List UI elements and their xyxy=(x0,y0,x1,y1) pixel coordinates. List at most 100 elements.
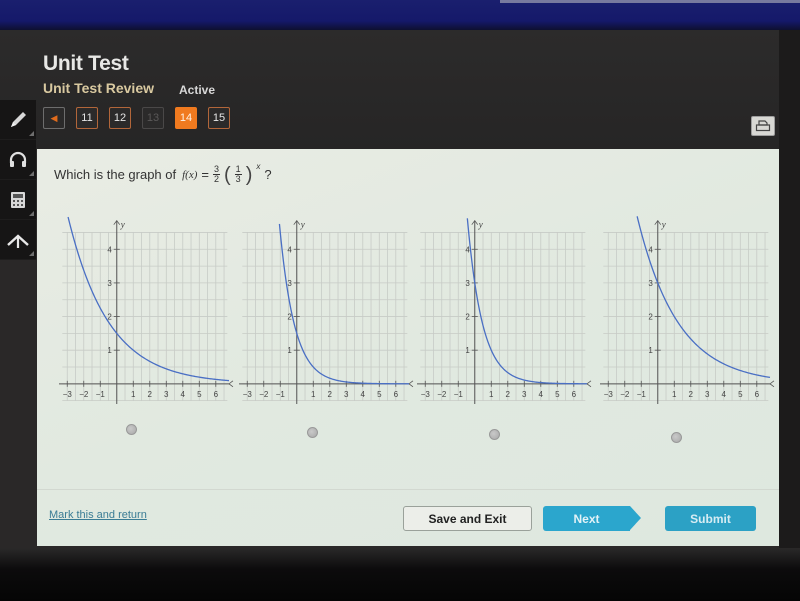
x-tick-label: 6 xyxy=(394,390,399,399)
question-12-button[interactable]: 12 xyxy=(109,107,131,129)
function-curve xyxy=(636,216,771,379)
y-tick-label: 3 xyxy=(648,279,653,288)
x-tick-label: −1 xyxy=(454,390,464,399)
x-tick-label: −2 xyxy=(79,390,89,399)
x-tick-label: 5 xyxy=(377,390,382,399)
question-15-button[interactable]: 15 xyxy=(208,107,230,129)
x-axis-arrow xyxy=(228,380,234,388)
screen-bezel xyxy=(0,548,800,601)
y-tick-label: 3 xyxy=(107,279,112,288)
reference-tool[interactable] xyxy=(0,220,36,260)
question-prompt: Which is the graph of f(x) = 3 2 ( 1 3 )… xyxy=(54,162,272,186)
y-axis-label: y xyxy=(478,220,483,230)
y-tick-label: 1 xyxy=(465,346,470,355)
coefficient-denominator: 2 xyxy=(213,174,219,184)
question-nav: ◀ 11 12 13 14 15 xyxy=(43,107,230,129)
x-tick-label: −3 xyxy=(604,390,614,399)
status-badge: Active xyxy=(179,83,216,97)
page-subtitle: Unit Test Review xyxy=(43,80,154,96)
mark-and-return-link[interactable]: Mark this and return xyxy=(49,509,147,521)
x-tick-label: −2 xyxy=(259,390,269,399)
question-11-button[interactable]: 11 xyxy=(76,107,98,129)
graph-option-a: y −3 −2 −1 1 2 3 4 5 6 1 2 3 4 xyxy=(59,211,234,426)
question-text: Which is the graph of xyxy=(54,167,177,182)
x-axis-arrow xyxy=(769,380,775,388)
graph-option-c: y −3 −2 −1 1 2 3 4 5 6 1 2 3 4 xyxy=(417,211,592,426)
next-button[interactable]: Next xyxy=(543,506,641,531)
y-tick-label: 1 xyxy=(287,346,292,355)
x-tick-label: 1 xyxy=(131,390,136,399)
caret-left-icon: ◀ xyxy=(50,112,58,123)
y-tick-label: 1 xyxy=(648,346,653,355)
x-tick-label: −1 xyxy=(637,390,647,399)
x-tick-label: −3 xyxy=(243,390,253,399)
pencil-tool[interactable] xyxy=(0,100,36,140)
x-tick-label: 3 xyxy=(164,390,169,399)
graph-option-d: y −3 −2 −1 1 2 3 4 5 6 1 2 3 4 xyxy=(600,211,775,426)
y-tick-label: 1 xyxy=(107,346,112,355)
calculator-tool[interactable] xyxy=(0,180,36,220)
x-tick-label: 5 xyxy=(197,390,202,399)
radio-option-d[interactable] xyxy=(671,432,682,443)
graph-option-b: y −3 −2 −1 1 2 3 4 5 6 1 2 3 4 xyxy=(239,211,414,426)
print-button[interactable] xyxy=(751,116,775,136)
open-paren: ( xyxy=(224,163,231,186)
radio-option-a[interactable] xyxy=(126,424,137,435)
y-tick-label: 4 xyxy=(648,245,653,254)
x-tick-label: 6 xyxy=(572,390,577,399)
x-tick-label: 4 xyxy=(181,390,186,399)
browser-top-band xyxy=(0,0,800,30)
x-tick-label: 5 xyxy=(555,390,560,399)
equals-sign: = xyxy=(201,167,209,182)
x-axis-arrow xyxy=(408,380,414,388)
x-tick-label: 3 xyxy=(344,390,349,399)
headphones-icon xyxy=(9,151,27,167)
x-tick-label: 1 xyxy=(489,390,494,399)
x-tick-label: 1 xyxy=(311,390,316,399)
chart-svg: y−3 −2 −1 1 2 3 4 5 61234 xyxy=(417,218,592,404)
x-tick-label: 6 xyxy=(214,390,219,399)
y-tick-label: 4 xyxy=(107,245,112,254)
close-paren: ) xyxy=(245,163,253,186)
tool-sidebar xyxy=(0,100,36,260)
radio-option-c[interactable] xyxy=(489,429,500,440)
x-tick-label: 2 xyxy=(328,390,333,399)
x-tick-label: 4 xyxy=(361,390,366,399)
y-tick-label: 4 xyxy=(287,245,292,254)
previous-question-button[interactable]: ◀ xyxy=(43,107,65,129)
exponent: x xyxy=(256,162,261,171)
printer-icon xyxy=(755,120,771,132)
y-tick-label: 3 xyxy=(465,279,470,288)
x-tick-label: 4 xyxy=(539,390,544,399)
reference-icon xyxy=(7,233,29,248)
y-tick-label: 2 xyxy=(465,313,470,322)
x-tick-label: −2 xyxy=(437,390,447,399)
question-mark: ? xyxy=(264,167,272,182)
screen-edge xyxy=(779,30,800,550)
y-axis-label: y xyxy=(300,220,305,230)
function-name: f(x) xyxy=(182,168,198,181)
chart-svg: y−3 −2 −1 1 2 3 4 5 61234 xyxy=(59,216,234,404)
x-tick-label: 1 xyxy=(672,390,677,399)
question-panel: Which is the graph of f(x) = 3 2 ( 1 3 )… xyxy=(37,149,779,546)
audio-tool[interactable] xyxy=(0,140,36,180)
coefficient-fraction: 3 2 xyxy=(212,165,220,184)
y-axis-label: y xyxy=(661,220,666,230)
x-tick-label: −3 xyxy=(421,390,431,399)
chart-svg: y−3 −2 −1 1 2 3 4 5 61234 xyxy=(600,216,775,404)
y-tick-label: 2 xyxy=(648,313,653,322)
x-tick-label: 3 xyxy=(705,390,710,399)
function-curve xyxy=(278,223,409,385)
radio-option-b[interactable] xyxy=(307,427,318,438)
base-denominator: 3 xyxy=(235,174,241,184)
chart-svg: y−3 −2 −1 1 2 3 4 5 61234 xyxy=(239,220,414,404)
submit-button[interactable]: Submit xyxy=(665,506,756,531)
save-and-exit-button[interactable]: Save and Exit xyxy=(403,506,532,531)
x-tick-label: 6 xyxy=(755,390,760,399)
y-axis-label: y xyxy=(120,220,125,230)
pencil-icon xyxy=(11,111,26,127)
question-14-button[interactable]: 14 xyxy=(175,107,197,129)
y-tick-label: 3 xyxy=(287,279,292,288)
page-title: Unit Test xyxy=(43,52,129,75)
question-13-button: 13 xyxy=(142,107,164,129)
